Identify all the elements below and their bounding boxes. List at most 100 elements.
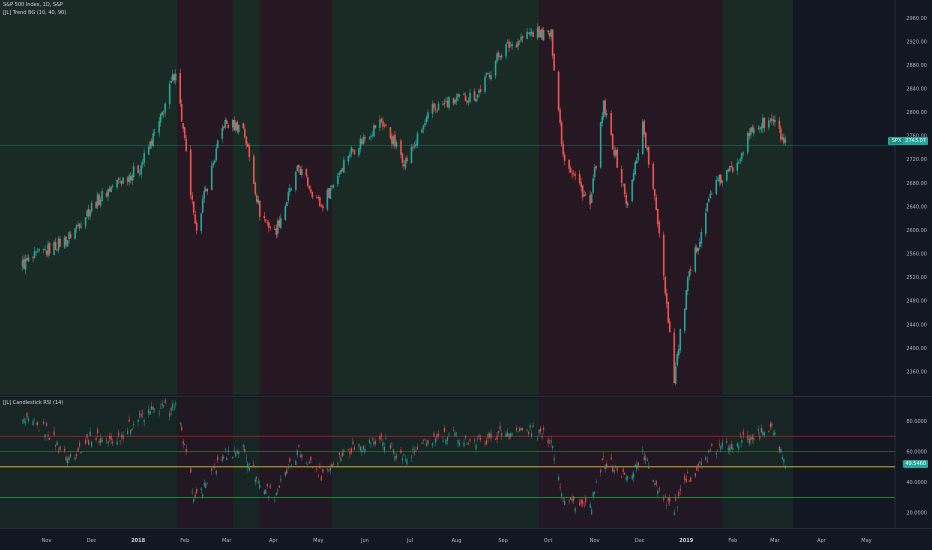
candle-body <box>394 134 396 147</box>
candle-body <box>729 166 731 171</box>
candle-body <box>111 186 114 187</box>
rsi-candle-body <box>266 484 268 487</box>
candle-body <box>732 167 734 172</box>
candle-body <box>129 175 132 181</box>
rsi-candle-body <box>558 476 560 481</box>
candle-body <box>362 136 365 145</box>
rsi-candle-body <box>759 436 761 439</box>
candle-body <box>347 156 350 162</box>
rsi-candle-body <box>437 433 440 436</box>
candle-body <box>772 119 775 122</box>
rsi-candle-body <box>121 434 123 438</box>
rsi-candle-body <box>443 427 446 433</box>
rsi-candle-body <box>520 427 522 431</box>
rsi-candle-body <box>110 435 112 441</box>
rsi-candle-body <box>573 496 575 501</box>
rsi-candle-body <box>98 441 100 443</box>
rsi-candle-body <box>44 434 46 438</box>
rsi-candle-body <box>299 455 301 457</box>
rsi-candle-body <box>268 496 270 498</box>
rsi-candle-body <box>170 407 172 411</box>
rsi-candle-body <box>86 433 88 438</box>
rsi-candle-body <box>484 443 486 445</box>
rsi-candle-body <box>442 441 444 443</box>
rsi-candle-body <box>413 451 416 453</box>
rsi-trend-band-5 <box>539 398 565 528</box>
candle-body <box>296 165 299 172</box>
candle-body <box>216 140 219 148</box>
candle-body <box>509 45 512 47</box>
candle-body <box>721 180 724 183</box>
rsi-candle-body <box>107 441 109 444</box>
candle-body <box>717 180 719 181</box>
rsi-candle-body <box>678 491 680 497</box>
candle-body <box>183 127 186 139</box>
trend-band-0 <box>0 0 178 395</box>
rsi-candle-body <box>295 460 297 466</box>
candle-body <box>718 175 721 182</box>
candle-body <box>120 181 123 184</box>
candle-body <box>410 146 413 163</box>
rsi-candle-body <box>38 430 40 432</box>
rsi-candle-body <box>23 418 25 424</box>
rsi-candle-body <box>780 449 782 453</box>
rsi-candle-body <box>458 442 461 446</box>
candle-body <box>32 257 34 258</box>
rsi-candle-body <box>562 500 564 502</box>
time-tick-label: Mar <box>222 538 232 544</box>
rsi-candle-body <box>394 455 396 460</box>
candle-body <box>295 172 297 191</box>
candle-body <box>655 196 658 210</box>
candle-body <box>320 205 323 207</box>
candle-body <box>128 175 130 183</box>
candle-body <box>736 162 739 171</box>
trend-band-2 <box>232 0 260 395</box>
rsi-candle-body <box>89 431 91 437</box>
rsi-candle-body <box>383 446 386 451</box>
candle-body <box>403 164 405 167</box>
rsi-candle-body <box>464 435 467 438</box>
rsi-candle-body <box>540 428 542 432</box>
candle-body <box>641 121 644 155</box>
candle-body <box>44 249 46 251</box>
candle-body <box>571 173 573 175</box>
candle-body <box>644 132 647 148</box>
candle-body <box>308 186 311 189</box>
rsi-candle-body <box>284 471 286 476</box>
candle-body <box>757 127 760 129</box>
rsi-candle-body <box>663 498 665 500</box>
rsi-candle-body <box>66 458 69 464</box>
rsi-candle-body <box>326 468 328 470</box>
candle-body <box>517 41 519 47</box>
rsi-candle-body <box>631 475 633 480</box>
rsi-candle-body <box>684 475 686 481</box>
rsi-candle-body <box>359 446 362 451</box>
rsi-candle-body <box>287 466 289 468</box>
rsi-candle-body <box>223 457 225 459</box>
candle-body <box>242 123 245 129</box>
candle-body <box>700 231 703 244</box>
candle-body <box>350 147 353 154</box>
rsi-candle-body <box>580 499 582 504</box>
candle-body <box>520 37 522 41</box>
candle-body <box>715 179 718 194</box>
time-tick-label: Apr <box>817 538 827 544</box>
candle-body <box>416 133 419 145</box>
candle-body <box>222 126 225 128</box>
price-tick-label: 2560.00 <box>906 252 927 258</box>
rsi-candle-body <box>74 457 76 460</box>
rsi-candle-body <box>530 433 533 437</box>
candle-body <box>107 189 109 197</box>
rsi-candle-body <box>202 494 204 497</box>
rsi-candle-body <box>179 422 181 424</box>
candle-body <box>497 52 500 57</box>
candle-body <box>380 119 383 122</box>
rsi-candle-body <box>715 452 717 455</box>
rsi-candle-body <box>627 476 629 479</box>
rsi-candle-body <box>511 434 513 436</box>
rsi-candle-body <box>181 426 183 431</box>
candle-body <box>500 55 503 58</box>
rsi-candle-body <box>499 425 501 430</box>
candle-body <box>526 31 528 39</box>
rsi-candle-body <box>676 507 678 508</box>
